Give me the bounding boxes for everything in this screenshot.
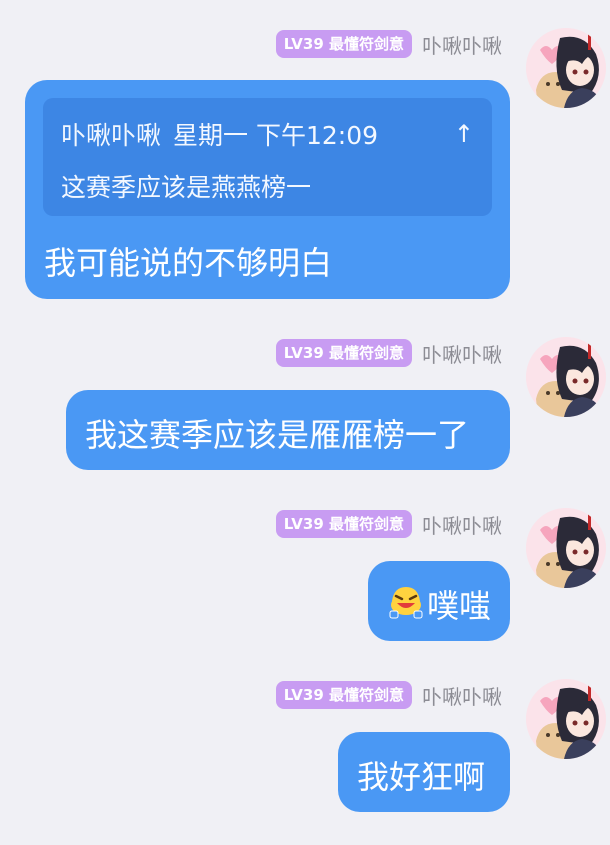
message-meta: LV39 最懂符剑意 卟啾卟啾 xyxy=(275,337,502,369)
message-meta: LV39 最懂符剑意 卟啾卟啾 xyxy=(275,508,502,540)
message-text: 我可能说的不够明白 xyxy=(44,244,333,282)
avatar-image xyxy=(526,337,606,417)
message-text: 噗嗤 xyxy=(427,587,492,625)
message-bubble[interactable]: 我这赛季应该是雁雁榜一了 xyxy=(66,390,510,470)
quote-sender: 卟啾卟啾 xyxy=(61,121,162,150)
avatar-image xyxy=(526,679,606,759)
level-badge[interactable]: LV39 最懂符剑意 xyxy=(275,510,412,538)
laughing-face-icon xyxy=(387,581,425,627)
avatar[interactable] xyxy=(526,28,606,108)
message-bubble[interactable]: 我好狂啊 xyxy=(338,732,510,812)
avatar[interactable] xyxy=(526,679,606,759)
message-text: 我好狂啊 xyxy=(357,758,486,796)
level-badge[interactable]: LV39 最懂符剑意 xyxy=(275,339,412,367)
quoted-reply[interactable]: 卟啾卟啾 星期一 下午12:09 ↑ 这赛季应该是燕燕榜一 xyxy=(43,98,492,216)
jump-to-message-icon[interactable]: ↑ xyxy=(454,120,474,148)
level-badge[interactable]: LV39 最懂符剑意 xyxy=(275,681,412,709)
sender-name[interactable]: 卟啾卟啾 xyxy=(422,30,502,59)
message-meta: LV39 最懂符剑意 卟啾卟啾 xyxy=(275,28,502,60)
level-badge[interactable]: LV39 最懂符剑意 xyxy=(275,30,412,58)
sender-name[interactable]: 卟啾卟啾 xyxy=(422,681,502,710)
message-bubble[interactable]: 卟啾卟啾 星期一 下午12:09 ↑ 这赛季应该是燕燕榜一 我可能说的不够明白 xyxy=(25,80,510,299)
avatar-image xyxy=(526,508,606,588)
sender-name[interactable]: 卟啾卟啾 xyxy=(422,339,502,368)
avatar-image xyxy=(526,28,606,108)
quote-text: 这赛季应该是燕燕榜一 xyxy=(61,173,312,202)
sender-name[interactable]: 卟啾卟啾 xyxy=(422,510,502,539)
message-text: 我这赛季应该是雁雁榜一了 xyxy=(85,416,470,454)
message-meta: LV39 最懂符剑意 卟啾卟啾 xyxy=(275,679,502,711)
quote-timestamp: 星期一 下午12:09 xyxy=(173,121,379,150)
message-bubble[interactable]: 噗嗤 xyxy=(368,561,510,641)
avatar[interactable] xyxy=(526,337,606,417)
avatar[interactable] xyxy=(526,508,606,588)
